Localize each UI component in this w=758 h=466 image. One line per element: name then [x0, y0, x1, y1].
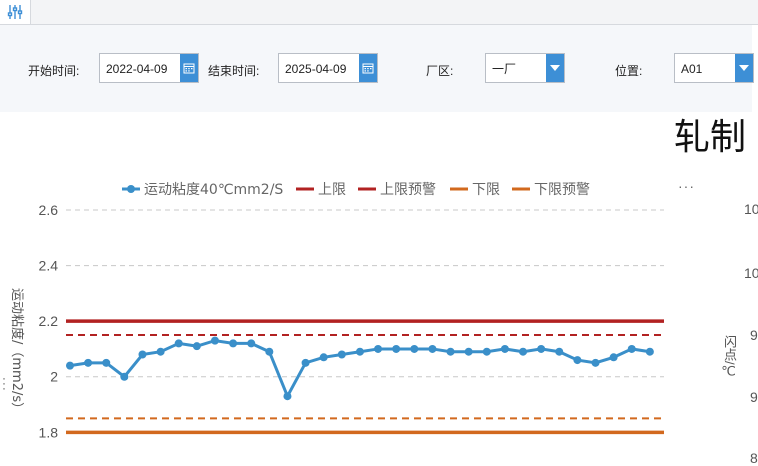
legend-label: 下限	[472, 182, 500, 198]
data-point	[174, 339, 183, 348]
legend-marker	[127, 185, 135, 193]
data-point	[519, 347, 528, 356]
data-point	[102, 358, 111, 367]
right-y-axis-label: 闪点/℃	[722, 335, 737, 380]
right-y-tick: 10	[744, 201, 758, 217]
start-date-label: 开始时间:	[28, 64, 80, 78]
end-date-value: 2025-04-09	[285, 62, 347, 76]
data-point	[156, 347, 165, 356]
tab-strip	[0, 0, 758, 25]
second-chart-title: 轧制	[674, 117, 747, 158]
data-point	[355, 347, 364, 356]
y-tick-label: 2	[50, 369, 58, 385]
data-point	[319, 353, 328, 362]
data-point	[301, 358, 310, 367]
data-point	[537, 344, 546, 353]
data-point	[192, 342, 201, 351]
data-point	[591, 358, 600, 367]
data-point	[645, 347, 654, 356]
area-select[interactable]: 一厂	[485, 53, 565, 83]
legend-label: 上限预警	[380, 182, 436, 198]
data-point	[120, 372, 129, 381]
data-point	[627, 344, 636, 353]
chevron-down-icon	[550, 65, 560, 71]
start-date-field[interactable]: 2022-04-09	[99, 53, 199, 83]
right-y-tick: 9	[750, 389, 758, 405]
area-dropdown-button[interactable]	[546, 54, 564, 82]
start-date-value: 2022-04-09	[106, 62, 168, 76]
legend-label: 上限	[318, 182, 346, 198]
legend-label: 运动粘度40℃mm2/S	[144, 182, 283, 198]
calendar-icon	[362, 63, 374, 74]
data-point	[392, 344, 401, 353]
data-point	[337, 350, 346, 359]
data-point	[84, 358, 93, 367]
data-point	[265, 347, 274, 356]
data-point	[374, 344, 383, 353]
position-dropdown-button[interactable]	[735, 54, 753, 82]
y-tick-label: 2.4	[39, 258, 59, 274]
data-point	[210, 336, 219, 345]
data-point	[609, 353, 618, 362]
side-handle-icon[interactable]: · · ·	[2, 372, 6, 394]
y-tick-label: 2.6	[39, 202, 59, 218]
y-tick-label: 2.2	[39, 313, 59, 329]
position-value: A01	[681, 62, 703, 76]
area-label: 厂区:	[426, 64, 454, 78]
data-point	[482, 347, 491, 356]
data-point	[446, 347, 455, 356]
data-point	[410, 344, 419, 353]
data-point	[464, 347, 473, 356]
area-value: 一厂	[492, 62, 517, 76]
data-point	[247, 339, 256, 348]
end-date-label: 结束时间:	[208, 64, 260, 78]
position-label: 位置:	[615, 64, 643, 78]
position-select[interactable]: A01	[674, 53, 754, 83]
right-y-tick: 10	[744, 265, 758, 281]
data-point	[555, 347, 564, 356]
right-y-tick: 9	[750, 327, 758, 343]
right-y-tick: 8	[750, 450, 758, 466]
end-date-picker-button[interactable]	[359, 54, 377, 82]
calendar-icon	[183, 63, 195, 74]
end-date-field[interactable]: 2025-04-09	[278, 53, 378, 83]
chevron-down-icon	[739, 65, 749, 71]
data-point	[428, 344, 437, 353]
data-point	[500, 344, 509, 353]
data-point	[138, 350, 147, 359]
data-point	[66, 361, 74, 370]
y-tick-label: 1.8	[39, 424, 59, 440]
data-point	[283, 392, 292, 401]
sliders-icon	[7, 5, 23, 19]
filter-settings-tab[interactable]	[0, 0, 31, 24]
viscosity-line-chart: 2.6 2.4 2.2 2 1.8 运动粘度/（mm2/s） 运动粘度40℃mm2/S 上限 上…	[9, 182, 664, 440]
legend-label: 下限预警	[534, 182, 590, 198]
y-axis-label: 运动粘度/（mm2/s）	[9, 288, 25, 415]
start-date-picker-button[interactable]	[180, 54, 198, 82]
data-point	[573, 356, 582, 365]
data-point	[229, 339, 238, 348]
